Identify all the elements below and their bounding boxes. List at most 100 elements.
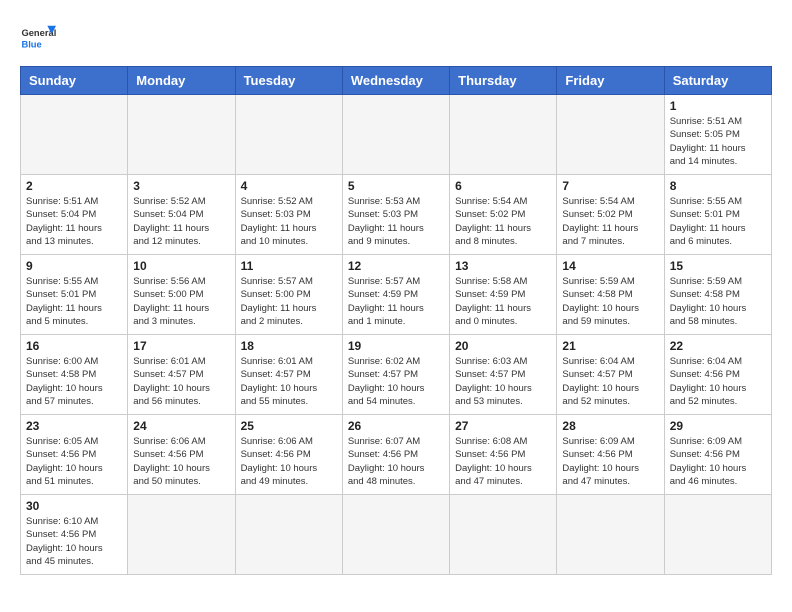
day-number: 11 — [241, 259, 337, 273]
calendar-day-cell — [128, 495, 235, 575]
day-header-monday: Monday — [128, 67, 235, 95]
day-number: 20 — [455, 339, 551, 353]
day-number: 22 — [670, 339, 766, 353]
day-info: Sunrise: 6:07 AM Sunset: 4:56 PM Dayligh… — [348, 435, 444, 488]
day-info: Sunrise: 5:52 AM Sunset: 5:04 PM Dayligh… — [133, 195, 229, 248]
day-info: Sunrise: 5:59 AM Sunset: 4:58 PM Dayligh… — [670, 275, 766, 328]
day-info: Sunrise: 6:09 AM Sunset: 4:56 PM Dayligh… — [670, 435, 766, 488]
calendar-week-row: 23 Sunrise: 6:05 AM Sunset: 4:56 PM Dayli… — [21, 415, 772, 495]
day-info: Sunrise: 6:08 AM Sunset: 4:56 PM Dayligh… — [455, 435, 551, 488]
calendar-day-cell: 1 Sunrise: 5:51 AM Sunset: 5:05 PM Daylig… — [664, 95, 771, 175]
calendar-week-row: 30Sunrise: 6:10 AM Sunset: 4:56 PM Dayli… — [21, 495, 772, 575]
day-number: 9 — [26, 259, 122, 273]
calendar-day-cell: 19 Sunrise: 6:02 AM Sunset: 4:57 PM Dayli… — [342, 335, 449, 415]
day-info: Sunrise: 5:55 AM Sunset: 5:01 PM Dayligh… — [670, 195, 766, 248]
calendar-day-cell — [235, 495, 342, 575]
calendar-day-cell: 12Sunrise: 5:57 AM Sunset: 4:59 PM Dayli… — [342, 255, 449, 335]
calendar-day-cell: 5Sunrise: 5:53 AM Sunset: 5:03 PM Daylig… — [342, 175, 449, 255]
calendar-day-cell: 6Sunrise: 5:54 AM Sunset: 5:02 PM Daylig… — [450, 175, 557, 255]
day-info: Sunrise: 5:51 AM Sunset: 5:05 PM Dayligh… — [670, 115, 766, 168]
day-info: Sunrise: 6:04 AM Sunset: 4:57 PM Dayligh… — [562, 355, 658, 408]
calendar-day-cell — [450, 95, 557, 175]
calendar-day-cell: 7 Sunrise: 5:54 AM Sunset: 5:02 PM Daylig… — [557, 175, 664, 255]
calendar-day-cell — [128, 95, 235, 175]
day-number: 2 — [26, 179, 122, 193]
day-info: Sunrise: 5:54 AM Sunset: 5:02 PM Dayligh… — [562, 195, 658, 248]
day-info: Sunrise: 5:56 AM Sunset: 5:00 PM Dayligh… — [133, 275, 229, 328]
day-info: Sunrise: 6:02 AM Sunset: 4:57 PM Dayligh… — [348, 355, 444, 408]
day-number: 26 — [348, 419, 444, 433]
calendar-day-cell — [664, 495, 771, 575]
svg-text:Blue: Blue — [21, 39, 41, 49]
day-number: 27 — [455, 419, 551, 433]
day-info: Sunrise: 5:55 AM Sunset: 5:01 PM Dayligh… — [26, 275, 122, 328]
logo: General Blue — [20, 20, 56, 56]
day-header-sunday: Sunday — [21, 67, 128, 95]
calendar-day-cell: 30Sunrise: 6:10 AM Sunset: 4:56 PM Dayli… — [21, 495, 128, 575]
day-number: 15 — [670, 259, 766, 273]
day-number: 14 — [562, 259, 658, 273]
day-number: 23 — [26, 419, 122, 433]
calendar-day-cell — [450, 495, 557, 575]
day-number: 7 — [562, 179, 658, 193]
calendar-day-cell: 9 Sunrise: 5:55 AM Sunset: 5:01 PM Daylig… — [21, 255, 128, 335]
calendar-day-cell: 3 Sunrise: 5:52 AM Sunset: 5:04 PM Daylig… — [128, 175, 235, 255]
day-info: Sunrise: 5:59 AM Sunset: 4:58 PM Dayligh… — [562, 275, 658, 328]
day-info: Sunrise: 6:03 AM Sunset: 4:57 PM Dayligh… — [455, 355, 551, 408]
calendar-day-cell: 22Sunrise: 6:04 AM Sunset: 4:56 PM Dayli… — [664, 335, 771, 415]
calendar-week-row: 2 Sunrise: 5:51 AM Sunset: 5:04 PM Daylig… — [21, 175, 772, 255]
day-header-saturday: Saturday — [664, 67, 771, 95]
calendar-day-cell — [342, 495, 449, 575]
day-header-friday: Friday — [557, 67, 664, 95]
day-number: 30 — [26, 499, 122, 513]
calendar-day-cell: 11 Sunrise: 5:57 AM Sunset: 5:00 PM Dayli… — [235, 255, 342, 335]
calendar-day-cell: 18 Sunrise: 6:01 AM Sunset: 4:57 PM Dayli… — [235, 335, 342, 415]
calendar-day-cell — [21, 95, 128, 175]
calendar-day-cell: 14 Sunrise: 5:59 AM Sunset: 4:58 PM Dayli… — [557, 255, 664, 335]
day-number: 18 — [241, 339, 337, 353]
day-info: Sunrise: 6:06 AM Sunset: 4:56 PM Dayligh… — [133, 435, 229, 488]
day-info: Sunrise: 6:00 AM Sunset: 4:58 PM Dayligh… — [26, 355, 122, 408]
day-info: Sunrise: 6:01 AM Sunset: 4:57 PM Dayligh… — [241, 355, 337, 408]
day-header-thursday: Thursday — [450, 67, 557, 95]
day-info: Sunrise: 5:57 AM Sunset: 5:00 PM Dayligh… — [241, 275, 337, 328]
day-info: Sunrise: 5:54 AM Sunset: 5:02 PM Dayligh… — [455, 195, 551, 248]
day-number: 17 — [133, 339, 229, 353]
day-info: Sunrise: 5:53 AM Sunset: 5:03 PM Dayligh… — [348, 195, 444, 248]
day-number: 1 — [670, 99, 766, 113]
calendar-day-cell: 25Sunrise: 6:06 AM Sunset: 4:56 PM Dayli… — [235, 415, 342, 495]
day-number: 8 — [670, 179, 766, 193]
day-info: Sunrise: 6:01 AM Sunset: 4:57 PM Dayligh… — [133, 355, 229, 408]
day-number: 29 — [670, 419, 766, 433]
day-number: 19 — [348, 339, 444, 353]
day-number: 3 — [133, 179, 229, 193]
page-header: General Blue — [20, 20, 772, 56]
logo-icon: General Blue — [20, 20, 56, 56]
day-info: Sunrise: 6:05 AM Sunset: 4:56 PM Dayligh… — [26, 435, 122, 488]
calendar-day-cell: 28Sunrise: 6:09 AM Sunset: 4:56 PM Dayli… — [557, 415, 664, 495]
calendar-day-cell: 8 Sunrise: 5:55 AM Sunset: 5:01 PM Daylig… — [664, 175, 771, 255]
calendar-day-cell: 23 Sunrise: 6:05 AM Sunset: 4:56 PM Dayli… — [21, 415, 128, 495]
calendar-day-cell: 29 Sunrise: 6:09 AM Sunset: 4:56 PM Dayli… — [664, 415, 771, 495]
day-info: Sunrise: 5:57 AM Sunset: 4:59 PM Dayligh… — [348, 275, 444, 328]
calendar-day-cell: 21 Sunrise: 6:04 AM Sunset: 4:57 PM Dayli… — [557, 335, 664, 415]
calendar-day-cell: 20 Sunrise: 6:03 AM Sunset: 4:57 PM Dayli… — [450, 335, 557, 415]
day-number: 16 — [26, 339, 122, 353]
day-number: 25 — [241, 419, 337, 433]
calendar-day-cell: 13Sunrise: 5:58 AM Sunset: 4:59 PM Dayli… — [450, 255, 557, 335]
calendar-day-cell: 24Sunrise: 6:06 AM Sunset: 4:56 PM Dayli… — [128, 415, 235, 495]
calendar-day-cell — [342, 95, 449, 175]
day-header-tuesday: Tuesday — [235, 67, 342, 95]
day-info: Sunrise: 5:51 AM Sunset: 5:04 PM Dayligh… — [26, 195, 122, 248]
calendar-day-cell: 2 Sunrise: 5:51 AM Sunset: 5:04 PM Daylig… — [21, 175, 128, 255]
day-number: 4 — [241, 179, 337, 193]
calendar-day-cell: 16 Sunrise: 6:00 AM Sunset: 4:58 PM Dayli… — [21, 335, 128, 415]
day-number: 10 — [133, 259, 229, 273]
day-number: 28 — [562, 419, 658, 433]
calendar-week-row: 1 Sunrise: 5:51 AM Sunset: 5:05 PM Daylig… — [21, 95, 772, 175]
calendar-day-cell — [557, 495, 664, 575]
calendar-week-row: 9 Sunrise: 5:55 AM Sunset: 5:01 PM Daylig… — [21, 255, 772, 335]
day-info: Sunrise: 5:52 AM Sunset: 5:03 PM Dayligh… — [241, 195, 337, 248]
day-number: 21 — [562, 339, 658, 353]
calendar-day-cell: 27 Sunrise: 6:08 AM Sunset: 4:56 PM Dayli… — [450, 415, 557, 495]
